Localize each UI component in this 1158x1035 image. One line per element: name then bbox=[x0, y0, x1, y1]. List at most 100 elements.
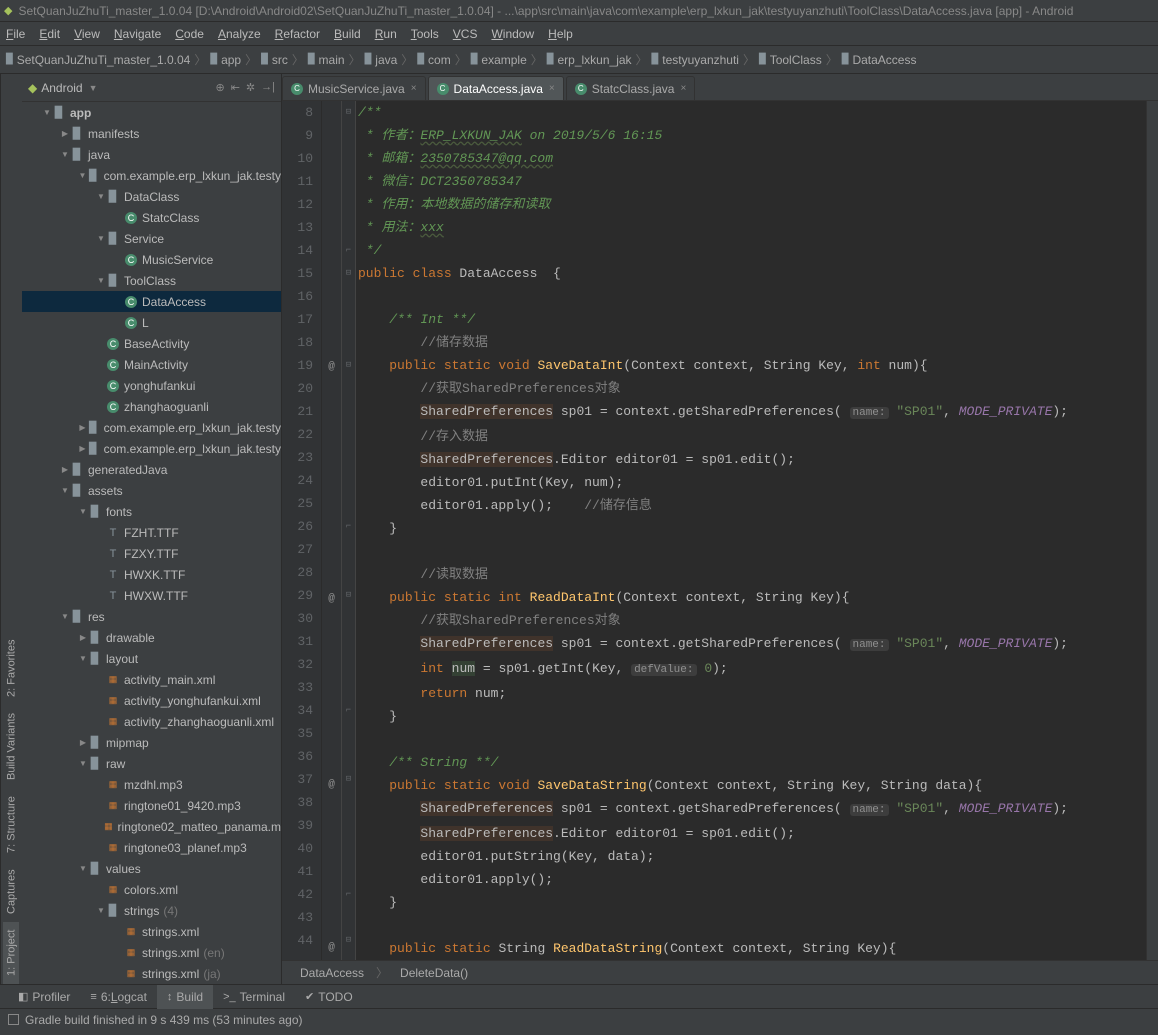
menu-item-refactor[interactable]: Refactor bbox=[275, 27, 320, 41]
tree-item-ringtone019420mp3[interactable]: ▦ringtone01_9420.mp3 bbox=[22, 795, 281, 816]
breadcrumb-item[interactable]: 〉▉erp_lxkun_jak bbox=[527, 51, 632, 68]
code-editor[interactable]: /** * 作者：ERP_LXKUN_JAK on 2019/5/6 16:15… bbox=[356, 101, 1146, 960]
tree-item-statcclass[interactable]: CStatcClass bbox=[22, 207, 281, 228]
editor-tab-dataaccess-java[interactable]: CDataAccess.java× bbox=[428, 76, 564, 100]
tree-item-generatedjava[interactable]: ▶▉generatedJava bbox=[22, 459, 281, 480]
tree-item-comexampleerplxkunjaktesty[interactable]: ▶▉com.example.erp_lxkun_jak.testy bbox=[22, 438, 281, 459]
menu-item-help[interactable]: Help bbox=[548, 27, 573, 41]
tree-item-fonts[interactable]: ▼▉fonts bbox=[22, 501, 281, 522]
folder-icon: ▉ bbox=[88, 505, 102, 518]
editor-crumb[interactable]: DataAccess bbox=[300, 966, 364, 980]
tree-item-baseactivity[interactable]: CBaseActivity bbox=[22, 333, 281, 354]
bottom-tab-build[interactable]: ↕Build bbox=[157, 985, 213, 1009]
tree-item-res[interactable]: ▼▉res bbox=[22, 606, 281, 627]
tool-tab-structure[interactable]: 7: Structure bbox=[4, 788, 20, 861]
close-icon[interactable]: × bbox=[411, 83, 417, 94]
tree-item-stringsxml[interactable]: ▦strings.xml(en) bbox=[22, 942, 281, 963]
bottom-tab-profiler[interactable]: ◧Profiler bbox=[8, 985, 80, 1009]
status-rect-icon[interactable] bbox=[8, 1014, 19, 1025]
editor-crumb[interactable]: DeleteData() bbox=[400, 966, 468, 980]
editor-tab-statcclass-java[interactable]: CStatcClass.java× bbox=[566, 76, 696, 100]
tool-tab-captures[interactable]: Captures bbox=[4, 861, 20, 922]
bottom-tab-terminal[interactable]: >_Terminal bbox=[213, 985, 295, 1009]
tree-item-mzdhlmp3[interactable]: ▦mzdhl.mp3 bbox=[22, 774, 281, 795]
menu-item-analyze[interactable]: Analyze bbox=[218, 27, 261, 41]
tree-item-colorsxml[interactable]: ▦colors.xml bbox=[22, 879, 281, 900]
tree-item-activityyonghufankuixml[interactable]: ▦activity_yonghufankui.xml bbox=[22, 690, 281, 711]
tool-tab-project[interactable]: 1: Project bbox=[4, 922, 20, 984]
title-bar: ◆ SetQuanJuZhuTi_master_1.0.04 [D:\Andro… bbox=[0, 0, 1158, 22]
tree-item-musicservice[interactable]: CMusicService bbox=[22, 249, 281, 270]
menu-item-code[interactable]: Code bbox=[175, 27, 204, 41]
menu-item-vcs[interactable]: VCS bbox=[453, 27, 478, 41]
folder-icon: ▉ bbox=[106, 190, 120, 203]
line-number-gutter[interactable]: 8910111213141516171819202122232425262728… bbox=[282, 101, 322, 960]
menu-item-build[interactable]: Build bbox=[334, 27, 361, 41]
tree-item-activitymainxml[interactable]: ▦activity_main.xml bbox=[22, 669, 281, 690]
tree-item-stringsxml[interactable]: ▦strings.xml(ja) bbox=[22, 963, 281, 984]
menu-item-window[interactable]: Window bbox=[491, 27, 534, 41]
gutter-marks[interactable]: @ @ @ @ bbox=[322, 101, 342, 960]
tree-item-ringtone02matteopanamam[interactable]: ▦ringtone02_matteo_panama.m bbox=[22, 816, 281, 837]
breadcrumb-item[interactable]: 〉▉example bbox=[451, 51, 527, 68]
error-stripe[interactable] bbox=[1146, 101, 1158, 960]
collapse-icon[interactable]: ⇤ bbox=[231, 81, 240, 94]
menu-item-run[interactable]: Run bbox=[375, 27, 397, 41]
tree-item-comexampleerplxkunjaktesty[interactable]: ▼▉com.example.erp_lxkun_jak.testy bbox=[22, 165, 281, 186]
tree-item-fzhtttf[interactable]: TFZHT.TTF bbox=[22, 522, 281, 543]
tree-item-mipmap[interactable]: ▶▉mipmap bbox=[22, 732, 281, 753]
tree-item-values[interactable]: ▼▉values bbox=[22, 858, 281, 879]
menu-item-view[interactable]: View bbox=[74, 27, 100, 41]
menu-item-file[interactable]: File bbox=[6, 27, 25, 41]
menu-item-tools[interactable]: Tools bbox=[411, 27, 439, 41]
breadcrumb-item[interactable]: 〉▉app bbox=[190, 51, 241, 68]
breadcrumb-item[interactable]: 〉▉src bbox=[241, 51, 288, 68]
tree-item-comexampleerplxkunjaktesty[interactable]: ▶▉com.example.erp_lxkun_jak.testy bbox=[22, 417, 281, 438]
tree-item-assets[interactable]: ▼▉assets bbox=[22, 480, 281, 501]
locate-icon[interactable]: ⊕ bbox=[215, 81, 224, 94]
tree-item-hwxkttf[interactable]: THWXK.TTF bbox=[22, 564, 281, 585]
breadcrumb-item[interactable]: 〉▉java bbox=[345, 51, 398, 68]
tree-item-java[interactable]: ▼▉java bbox=[22, 144, 281, 165]
menu-item-navigate[interactable]: Navigate bbox=[114, 27, 161, 41]
breadcrumb-item[interactable]: 〉▉DataAccess bbox=[822, 51, 917, 68]
breadcrumb-item[interactable]: 〉▉ToolClass bbox=[739, 51, 822, 68]
breadcrumb-item[interactable]: 〉▉main bbox=[288, 51, 345, 68]
tree-item-strings[interactable]: ▼▉strings(4) bbox=[22, 900, 281, 921]
tree-item-hwxwttf[interactable]: THWXW.TTF bbox=[22, 585, 281, 606]
tree-item-dataaccess[interactable]: CDataAccess bbox=[22, 291, 281, 312]
tree-item-l[interactable]: CL bbox=[22, 312, 281, 333]
breadcrumb-item[interactable]: ▉SetQuanJuZhuTi_master_1.0.04 bbox=[6, 53, 190, 67]
gear-icon[interactable]: ✲ bbox=[246, 81, 255, 94]
tree-item-toolclass[interactable]: ▼▉ToolClass bbox=[22, 270, 281, 291]
tree-item-yonghufankui[interactable]: Cyonghufankui bbox=[22, 375, 281, 396]
tool-tab-buildvariants[interactable]: Build Variants bbox=[4, 705, 20, 788]
hide-icon[interactable]: →| bbox=[261, 81, 275, 94]
tree-item-drawable[interactable]: ▶▉drawable bbox=[22, 627, 281, 648]
project-dropdown[interactable]: ◆ Android ▼ ⊕ ⇤ ✲ →| bbox=[22, 74, 281, 102]
tree-item-manifests[interactable]: ▶▉manifests bbox=[22, 123, 281, 144]
close-icon[interactable]: × bbox=[680, 83, 686, 94]
tree-item-app[interactable]: ▼▉app bbox=[22, 102, 281, 123]
tree-item-service[interactable]: ▼▉Service bbox=[22, 228, 281, 249]
breadcrumb-item[interactable]: 〉▉testyuyanzhuti bbox=[632, 51, 739, 68]
tree-item-zhanghaoguanli[interactable]: Czhanghaoguanli bbox=[22, 396, 281, 417]
project-tree[interactable]: ▼▉app▶▉manifests▼▉java▼▉com.example.erp_… bbox=[22, 102, 281, 984]
editor-breadcrumb[interactable]: DataAccess〉DeleteData() bbox=[282, 960, 1158, 984]
tree-item-layout[interactable]: ▼▉layout bbox=[22, 648, 281, 669]
bottom-tab-logcat[interactable]: ≡6: Logcat bbox=[80, 985, 156, 1009]
editor-tab-musicservice-java[interactable]: CMusicService.java× bbox=[282, 76, 426, 100]
tool-tab-favorites[interactable]: 2: Favorites bbox=[4, 632, 20, 705]
menu-item-edit[interactable]: Edit bbox=[39, 27, 60, 41]
tree-item-stringsxml[interactable]: ▦strings.xml bbox=[22, 921, 281, 942]
tree-item-mainactivity[interactable]: CMainActivity bbox=[22, 354, 281, 375]
tree-item-activityzhanghaoguanlixml[interactable]: ▦activity_zhanghaoguanli.xml bbox=[22, 711, 281, 732]
tree-item-dataclass[interactable]: ▼▉DataClass bbox=[22, 186, 281, 207]
tree-item-ringtone03planefmp3[interactable]: ▦ringtone03_planef.mp3 bbox=[22, 837, 281, 858]
tree-item-raw[interactable]: ▼▉raw bbox=[22, 753, 281, 774]
breadcrumb-item[interactable]: 〉▉com bbox=[397, 51, 450, 68]
close-icon[interactable]: × bbox=[549, 83, 555, 94]
bottom-tab-todo[interactable]: ✔TODO bbox=[295, 985, 363, 1009]
fold-gutter[interactable]: ⊟ ⌐⊟ ⊟ ⌐ ⊟ ⌐ ⊟ ⌐ ⊟ bbox=[342, 101, 356, 960]
tree-item-fzxyttf[interactable]: TFZXY.TTF bbox=[22, 543, 281, 564]
